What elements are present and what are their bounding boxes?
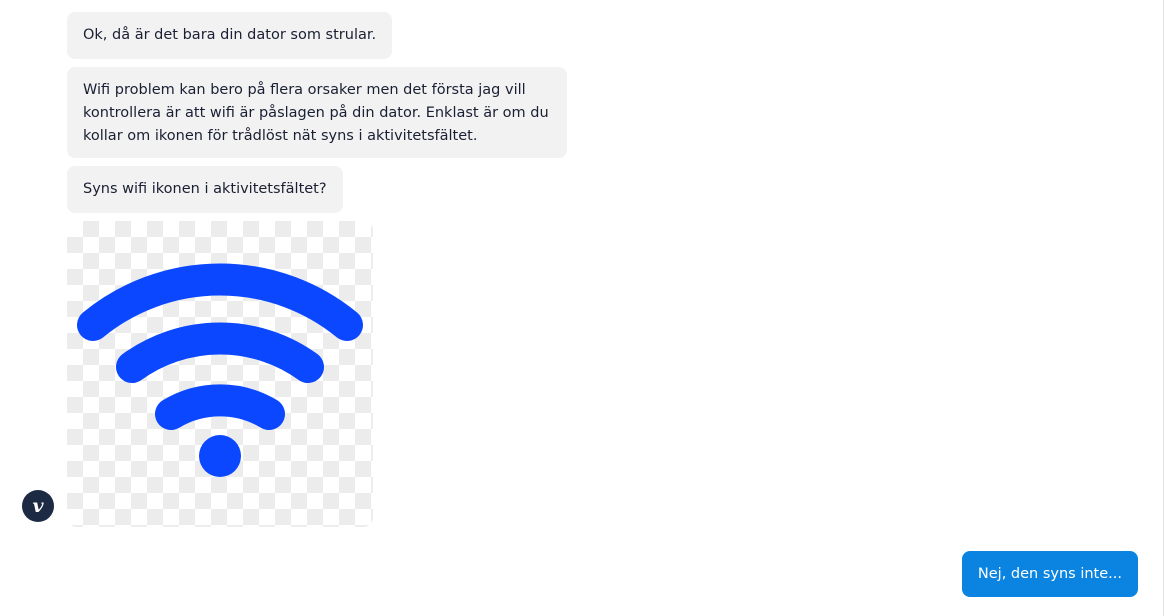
- chat-window: Ok, då är det bara din dator som strular…: [0, 0, 1164, 616]
- bot-message: Ok, då är det bara din dator som strular…: [67, 12, 393, 59]
- avatar-letter: v: [32, 495, 44, 517]
- bot-message-text: Ok, då är det bara din dator som strular…: [83, 27, 377, 43]
- bot-image-message: [67, 221, 373, 527]
- wifi-dot: [199, 435, 241, 477]
- bot-message-text: Wifi problem kan bero på flera orsaker m…: [83, 82, 549, 144]
- bot-message: Syns wifi ikonen i aktivitetsfältet?: [67, 166, 343, 213]
- bot-message: Wifi problem kan bero på flera orsaker m…: [67, 67, 567, 158]
- wifi-arc-outer: [77, 263, 363, 341]
- bot-message-text: Syns wifi ikonen i aktivitetsfältet?: [83, 181, 327, 197]
- wifi-arc-middle: [116, 322, 324, 383]
- wifi-icon: [77, 263, 363, 477]
- wifi-arc-inner: [155, 384, 285, 430]
- quick-reply-button[interactable]: Nej, den syns inte...: [961, 551, 1138, 597]
- bot-avatar: v: [22, 490, 54, 522]
